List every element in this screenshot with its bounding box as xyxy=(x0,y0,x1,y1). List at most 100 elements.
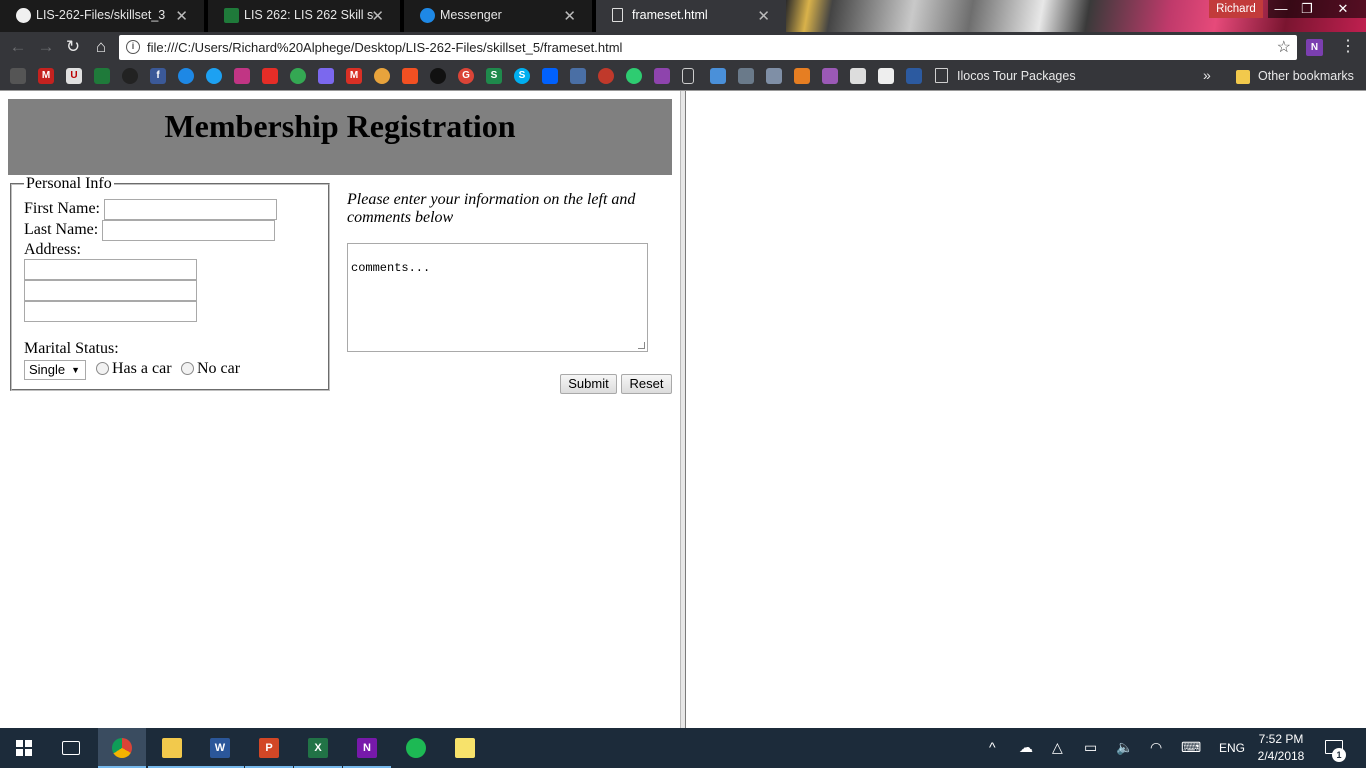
chevron-up-icon[interactable]: ^ xyxy=(989,739,996,755)
bookmark-icon[interactable] xyxy=(794,68,810,84)
taskbar-chrome[interactable] xyxy=(98,728,146,768)
email-icon[interactable] xyxy=(318,68,334,84)
youtube-icon[interactable] xyxy=(262,68,278,84)
volume-icon[interactable]: 🔈 xyxy=(1116,739,1133,756)
forward-arrow-icon[interactable]: → xyxy=(36,37,56,57)
taskbar-sticky-notes[interactable] xyxy=(441,728,489,768)
wifi-icon[interactable]: ◠ xyxy=(1150,739,1162,756)
close-icon[interactable]: ✕ xyxy=(175,7,188,25)
has-car-radio[interactable] xyxy=(96,362,109,375)
google-plus-icon[interactable]: G xyxy=(458,68,474,84)
taskbar-onenote[interactable]: N xyxy=(343,728,391,768)
bookmark-icon[interactable] xyxy=(822,68,838,84)
page-icon[interactable] xyxy=(682,68,694,84)
language-indicator[interactable]: ENG xyxy=(1219,741,1245,755)
bookmark-ilocos[interactable]: Ilocos Tour Packages xyxy=(957,69,1076,83)
tab-github-skillset[interactable]: LIS-262-Files/skillset_3 a ✕ xyxy=(0,0,204,32)
powerpoint-icon: P xyxy=(259,738,279,758)
messenger-icon[interactable] xyxy=(178,68,194,84)
onedrive-icon[interactable]: ☁ xyxy=(1019,739,1033,756)
folder-icon xyxy=(162,738,182,758)
taskbar-spotify[interactable] xyxy=(392,728,440,768)
google-drive-icon[interactable] xyxy=(290,68,306,84)
menu-icon[interactable]: ⋮ xyxy=(1340,36,1356,58)
right-frame xyxy=(686,91,1366,728)
marital-status-select[interactable]: Single ▼ xyxy=(24,360,86,380)
address-line-1-input[interactable] xyxy=(24,259,197,280)
resize-handle[interactable] xyxy=(638,342,645,349)
tab-messenger[interactable]: Messenger ✕ xyxy=(404,0,592,32)
no-car-radio[interactable] xyxy=(181,362,194,375)
bookmark-star-icon[interactable]: ☆ xyxy=(1277,37,1291,57)
drive-icon[interactable]: △ xyxy=(1052,739,1063,756)
facebook-icon[interactable]: f xyxy=(150,68,166,84)
last-name-input[interactable] xyxy=(102,220,275,241)
bookmark-icon[interactable] xyxy=(878,68,894,84)
address-label: Address: xyxy=(24,241,81,258)
left-frame: Membership Registration Personal Info Fi… xyxy=(0,91,680,728)
minimize-button[interactable]: — xyxy=(1268,0,1294,18)
page-title: Membership Registration xyxy=(164,108,516,144)
start-button[interactable] xyxy=(0,728,48,768)
school-icon[interactable]: U xyxy=(66,68,82,84)
reset-button[interactable]: Reset xyxy=(621,374,672,394)
twitter-icon[interactable] xyxy=(206,68,222,84)
instagram-icon[interactable] xyxy=(234,68,250,84)
close-icon[interactable]: ✕ xyxy=(371,7,384,25)
comments-textarea[interactable]: comments... xyxy=(347,243,648,352)
libguides-icon[interactable] xyxy=(94,68,110,84)
taskbar-powerpoint[interactable]: P xyxy=(245,728,293,768)
chevron-more-icon[interactable]: » xyxy=(1203,67,1211,83)
tab-lis262-guide[interactable]: LIS 262: LIS 262 Skill sets ✕ xyxy=(208,0,400,32)
submit-button[interactable]: Submit xyxy=(560,374,617,394)
github-icon[interactable] xyxy=(122,68,138,84)
clock-date[interactable]: 2/4/2018 xyxy=(1256,749,1306,763)
bookmark-icon[interactable] xyxy=(766,68,782,84)
info-icon[interactable]: i xyxy=(126,40,140,54)
taskbar-file-explorer[interactable] xyxy=(148,728,196,768)
address-line-3-input[interactable] xyxy=(24,301,197,322)
address-line-2-input[interactable] xyxy=(24,280,197,301)
chrome-icon[interactable] xyxy=(374,68,390,84)
profile-button[interactable]: Richard xyxy=(1209,0,1263,18)
back-arrow-icon[interactable]: ← xyxy=(8,37,28,57)
museum-icon[interactable] xyxy=(850,68,866,84)
restore-button[interactable]: ❐ xyxy=(1294,0,1320,18)
first-name-input[interactable] xyxy=(104,199,277,220)
taskbar-excel[interactable]: X xyxy=(294,728,342,768)
opera-icon[interactable] xyxy=(598,68,614,84)
shield-icon[interactable] xyxy=(710,68,726,84)
tab-frameset[interactable]: frameset.html ✕ xyxy=(596,0,786,32)
onenote-icon: N xyxy=(357,738,377,758)
close-icon[interactable]: ✕ xyxy=(757,7,770,25)
kotlin-icon[interactable] xyxy=(654,68,670,84)
address-bar[interactable]: i file:///C:/Users/Richard%20Alphege/Des… xyxy=(119,35,1297,60)
dropbox-icon[interactable] xyxy=(542,68,558,84)
bookmark-icon[interactable] xyxy=(738,68,754,84)
task-view-button[interactable] xyxy=(48,728,96,768)
bookmark-icon[interactable] xyxy=(570,68,586,84)
home-icon[interactable]: ⌂ xyxy=(91,37,111,57)
bookmark-icon[interactable] xyxy=(626,68,642,84)
other-bookmarks[interactable]: Other bookmarks xyxy=(1258,69,1354,83)
bookmark-icon[interactable] xyxy=(10,68,26,84)
marital-status-label: Marital Status: xyxy=(24,340,119,357)
onenote-extension-icon[interactable]: N xyxy=(1306,39,1323,56)
taskbar-word[interactable]: W xyxy=(196,728,244,768)
close-window-button[interactable]: ✕ xyxy=(1320,0,1366,18)
microsoft-icon[interactable] xyxy=(402,68,418,84)
marital-status-value: Single xyxy=(29,362,66,377)
personal-info-fieldset: Personal Info First Name: Last Name: Add… xyxy=(10,175,330,391)
gmail-icon[interactable]: M xyxy=(38,68,54,84)
url-text[interactable]: file:///C:/Users/Richard%20Alphege/Deskt… xyxy=(147,40,622,55)
battery-icon[interactable]: ▭ xyxy=(1084,739,1097,756)
gmail-icon[interactable]: M xyxy=(346,68,362,84)
skype-icon[interactable]: S xyxy=(514,68,530,84)
close-icon[interactable]: ✕ xyxy=(563,7,576,25)
clock-time[interactable]: 7:52 PM xyxy=(1256,732,1306,746)
sheets-icon[interactable]: S xyxy=(486,68,502,84)
keyboard-icon[interactable]: ⌨ xyxy=(1181,739,1201,756)
reload-icon[interactable]: ↻ xyxy=(63,37,83,57)
spotify-icon[interactable] xyxy=(430,68,446,84)
bookmark-icon[interactable] xyxy=(906,68,922,84)
